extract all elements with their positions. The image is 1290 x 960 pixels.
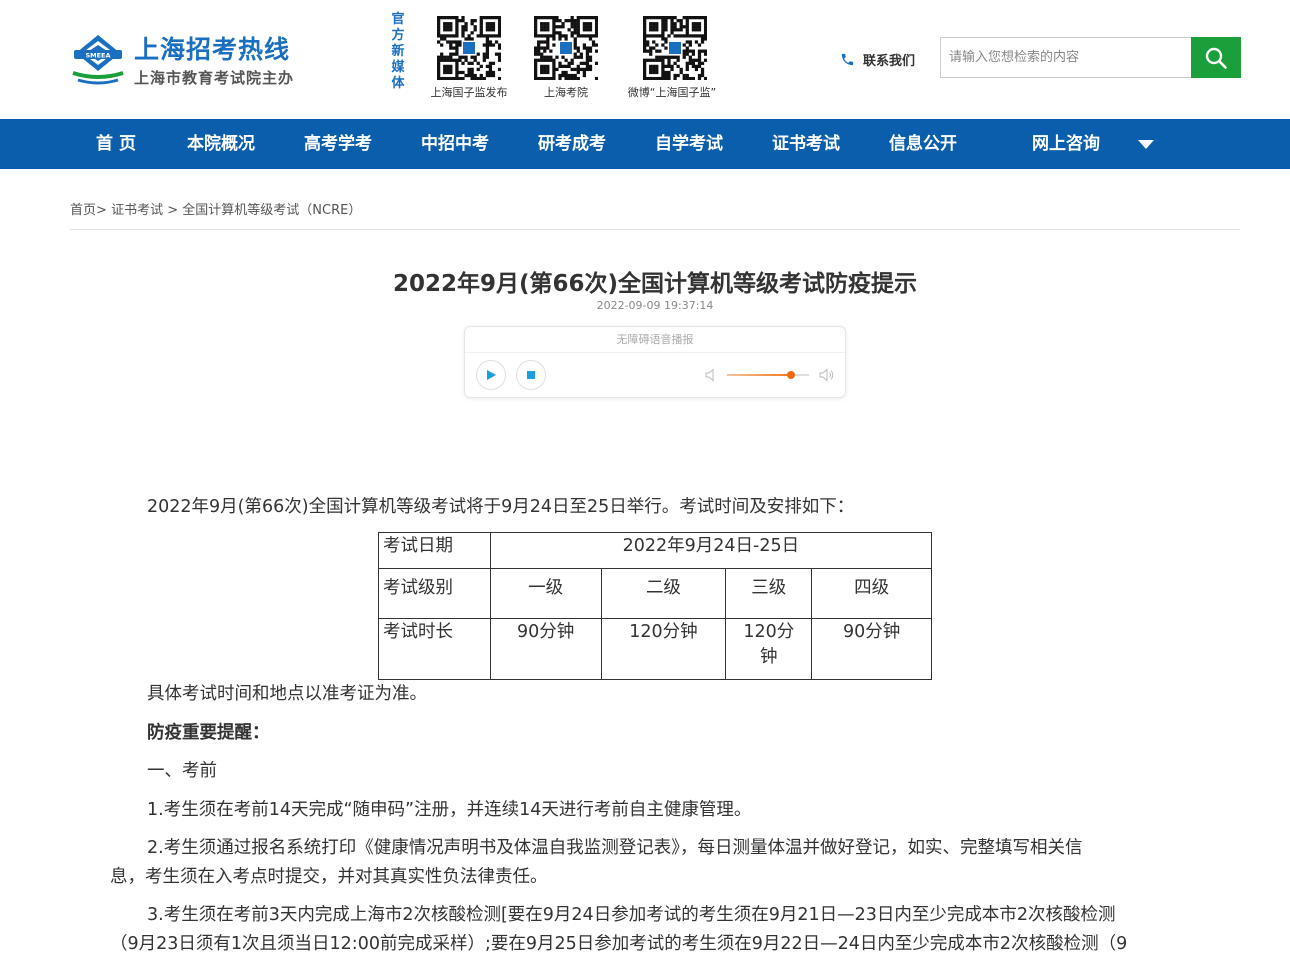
site-search xyxy=(940,37,1241,78)
search-input[interactable] xyxy=(941,38,1191,77)
list-item: 3.考生须在考前3天内完成上海市2次核酸检测[要在9月24日参加考试的考生须在9… xyxy=(147,905,1116,925)
qr-code-icon[interactable] xyxy=(437,16,501,80)
article-date: 2022-09-09 19:37:14 xyxy=(596,299,714,312)
table-row: 考试级别 一级 二级 三级 四级 xyxy=(378,568,932,619)
phone-icon xyxy=(841,53,854,65)
list-item: 2.考生须通过报名系统打印《健康情况声明书及体温自我监测登记表》，每日测量体温并… xyxy=(147,838,1083,858)
volume-low-icon[interactable] xyxy=(705,368,717,382)
caret-down-icon[interactable] xyxy=(1138,140,1154,149)
exam-schedule-table: 考试日期 2022年9月24日-25日 考试级别 一级 二级 三级 四级 考试时… xyxy=(378,532,933,680)
table-cell: 90分钟 xyxy=(811,618,932,680)
contact-us-link[interactable]: 联系我们 xyxy=(840,49,915,69)
table-cell: 120分钟 xyxy=(600,618,727,680)
volume-fill xyxy=(727,374,791,376)
article-note: 具体考试时间和地点以准考证为准。 xyxy=(147,684,427,704)
media-char: 体 xyxy=(391,76,405,91)
breadcrumb-divider xyxy=(70,229,1240,230)
duration-part: 120分 xyxy=(743,622,795,642)
breadcrumb-sep: > xyxy=(167,203,179,218)
official-media-label: 官 方 新 媒 体 xyxy=(390,12,406,92)
stop-icon xyxy=(527,371,535,379)
list-item-continuation: （9月23日须有1次且须当日12:00前完成采样）;要在9月25日参加考试的考生… xyxy=(110,934,1128,954)
duration-part: 钟 xyxy=(760,647,778,667)
table-cell: 2022年9月24日-25日 xyxy=(489,532,933,569)
volume-knob[interactable] xyxy=(786,371,795,379)
search-icon xyxy=(1205,47,1227,69)
nav-item-graduate[interactable]: 研考成考 xyxy=(538,119,606,169)
play-button[interactable] xyxy=(476,360,506,390)
media-char: 媒 xyxy=(391,60,405,75)
table-row: 考试日期 2022年9月24日-25日 xyxy=(378,532,933,569)
breadcrumb-ncre[interactable]: 全国计算机等级考试（NCRE） xyxy=(182,203,361,218)
nav-item-about[interactable]: 本院概况 xyxy=(187,119,255,169)
article-heading: 防疫重要提醒： xyxy=(147,723,270,743)
qr-caption: 上海考院 xyxy=(544,86,588,99)
table-cell: 120分钟 xyxy=(725,618,813,680)
table-cell: 三级 xyxy=(725,568,813,619)
list-item-continuation: 息，考生须在入考点时提交，并对其真实性负法律责任。 xyxy=(110,867,548,887)
player-label: 无障碍语音播报 xyxy=(465,327,845,353)
media-char: 官 xyxy=(391,12,405,27)
nav-item-disclosure[interactable]: 信息公开 xyxy=(889,119,957,169)
article-title: 2022年9月(第66次)全国计算机等级考试防疫提示 xyxy=(392,271,918,297)
article-intro: 2022年9月(第66次)全国计算机等级考试将于9月24日至25日举行。考试时间… xyxy=(147,497,855,517)
site-logo[interactable]: SMEEA 上海招考热线 上海市教育考试院主办 xyxy=(70,30,310,90)
media-char: 方 xyxy=(391,28,405,43)
nav-item-certificate[interactable]: 证书考试 xyxy=(772,119,840,169)
site-title: 上海招考热线 xyxy=(134,35,291,64)
nav-item-home[interactable]: 首 页 xyxy=(96,119,136,169)
qr-code-icon[interactable] xyxy=(643,16,707,80)
media-char: 新 xyxy=(391,44,405,59)
table-cell: 90分钟 xyxy=(489,618,602,680)
volume-slider[interactable] xyxy=(727,371,809,379)
breadcrumb-sep: > xyxy=(96,203,107,218)
table-cell: 二级 xyxy=(600,568,727,619)
site-subtitle: 上海市教育考试院主办 xyxy=(134,69,295,87)
breadcrumb: 首页> 证书考试 > 全国计算机等级考试（NCRE） xyxy=(70,199,361,218)
contact-us-label: 联系我们 xyxy=(863,53,916,69)
play-icon xyxy=(487,370,496,380)
search-button[interactable] xyxy=(1191,37,1241,78)
main-nav: 首 页 本院概况 高考学考 中招中考 研考成考 自学考试 证书考试 信息公开 网… xyxy=(0,119,1290,169)
volume-high-icon[interactable] xyxy=(819,367,835,383)
nav-item-consult[interactable]: 网上咨询 xyxy=(1032,119,1100,169)
nav-item-zhongkao[interactable]: 中招中考 xyxy=(421,119,489,169)
nav-item-self-study[interactable]: 自学考试 xyxy=(655,119,723,169)
breadcrumb-home[interactable]: 首页 xyxy=(70,203,96,218)
table-cell: 考试时长 xyxy=(378,618,491,680)
site-header: SMEEA 上海招考热线 上海市教育考试院主办 官 方 新 媒 体 上海国子监发… xyxy=(0,0,1290,119)
table-cell: 一级 xyxy=(489,568,602,619)
audio-player: 无障碍语音播报 xyxy=(464,326,846,398)
qr-caption: 微博“上海国子监” xyxy=(627,86,717,99)
stop-button[interactable] xyxy=(516,360,546,390)
table-cell: 四级 xyxy=(811,568,932,619)
qr-caption: 上海国子监发布 xyxy=(430,86,508,99)
smeea-emblem-icon: SMEEA xyxy=(72,35,124,85)
breadcrumb-certificate[interactable]: 证书考试 xyxy=(111,203,163,218)
logo-text: SMEEA xyxy=(85,52,110,60)
nav-item-gaokao[interactable]: 高考学考 xyxy=(304,119,372,169)
section-title: 一、考前 xyxy=(147,761,217,781)
table-cell: 考试日期 xyxy=(378,532,491,569)
list-item: 1.考生须在考前14天完成“随申码”注册，并连续14天进行考前自主健康管理。 xyxy=(147,800,752,820)
table-cell: 考试级别 xyxy=(378,568,491,619)
qr-code-icon[interactable] xyxy=(534,16,598,80)
table-row: 考试时长 90分钟 120分钟 120分钟 90分钟 xyxy=(378,618,932,680)
